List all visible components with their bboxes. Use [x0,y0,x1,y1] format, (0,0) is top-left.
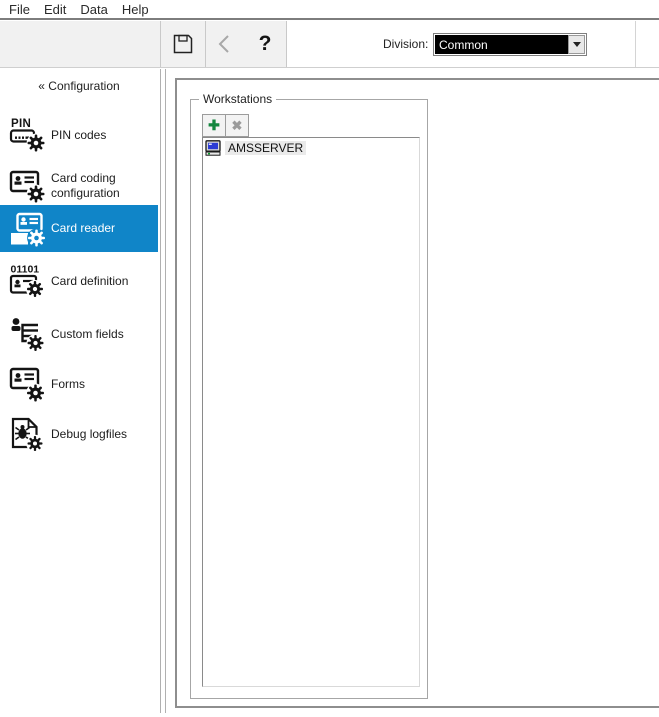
gear-icon [28,229,45,246]
pin-codes-icon: PIN [9,118,45,153]
workstations-toolbar: ✚ ✖ [202,114,249,137]
svg-text:01101: 01101 [11,264,40,276]
workstations-groupbox: Workstations ✚ ✖ AMSSERVER [190,92,428,699]
workstation-name: AMSSERVER [225,140,307,155]
sidebar-item-label: Card coding configuration [51,171,120,200]
sidebar-divider [160,69,161,713]
toolbar-separator [160,21,161,67]
workstations-group-title: Workstations [199,92,277,106]
toolbar: ? Division: Common [0,21,659,68]
gear-icon [27,335,44,351]
sidebar-header-configuration[interactable]: « Configuration [0,79,158,93]
sidebar: « Configuration PIN PIN codes Card codin… [0,69,160,717]
sidebar-item-label: Debug logfiles [51,426,128,441]
card-coding-configuration-icon [9,170,45,204]
question-mark-icon: ? [258,32,272,55]
save-icon [173,34,193,54]
menu-help[interactable]: Help [115,2,156,17]
sidebar-item-label: Forms [51,376,85,391]
sidebar-item-label: PIN codes [51,127,107,142]
sidebar-divider [165,69,166,713]
main-panel: Workstations ✚ ✖ AMSSERVER [175,78,659,708]
workstations-list[interactable]: AMSSERVER [202,137,420,687]
gear-icon [27,436,43,451]
toolbar-icon-strip: ? [0,21,287,67]
toolbar-separator [205,21,206,67]
delete-workstation-button[interactable]: ✖ [225,114,249,137]
gear-icon [27,281,43,297]
sidebar-item-forms[interactable]: Forms [0,361,158,407]
custom-fields-icon [11,318,45,352]
division-label: Division: [383,37,429,51]
back-button[interactable] [208,21,242,67]
menu-file[interactable]: File [2,2,37,17]
division-dropdown[interactable]: Common [433,33,587,56]
delete-x-icon: ✖ [231,117,243,133]
menu-edit[interactable]: Edit [37,2,73,17]
app-window: File Edit Data Help ? Division: Common «… [0,0,659,717]
sidebar-item-label: Card definition [51,273,129,288]
svg-text:PIN: PIN [11,118,31,130]
forms-icon [9,367,45,402]
sidebar-item-label: Custom fields [51,326,124,341]
content-area: « Configuration PIN PIN codes Card codin… [0,69,659,717]
chevron-down-icon [572,42,581,47]
sidebar-item-card-definition[interactable]: 01101 Card definition [0,258,158,304]
menu-bar: File Edit Data Help [0,0,659,18]
sidebar-item-custom-fields[interactable]: Custom fields [0,311,158,357]
sidebar-item-card-coding-configuration[interactable]: Card coding configuration [0,163,158,209]
toolbar-separator [635,21,636,67]
chevron-left-icon [218,35,229,53]
add-workstation-button[interactable]: ✚ [202,114,226,137]
menu-data[interactable]: Data [73,2,114,17]
dropdown-arrow-button[interactable] [568,35,585,54]
card-reader-icon [11,212,45,247]
gear-icon [27,185,45,203]
workstation-row-amsserver[interactable]: AMSSERVER [203,138,419,157]
plus-icon: ✚ [208,117,220,133]
card-definition-icon: 01101 [9,264,44,298]
save-button[interactable] [166,21,200,67]
gear-icon [27,134,45,152]
sidebar-item-label: Card reader [51,221,116,235]
gear-icon [27,384,44,402]
menu-separator-line [0,18,659,20]
sidebar-item-card-reader[interactable]: Card reader [0,205,158,252]
workstation-computer-icon [205,139,221,156]
debug-logfiles-icon [11,417,44,452]
help-button[interactable]: ? [248,21,282,67]
sidebar-item-debug-logfiles[interactable]: Debug logfiles [0,411,158,457]
sidebar-item-pin-codes[interactable]: PIN PIN codes [0,112,158,158]
division-selected-value: Common [435,35,568,54]
